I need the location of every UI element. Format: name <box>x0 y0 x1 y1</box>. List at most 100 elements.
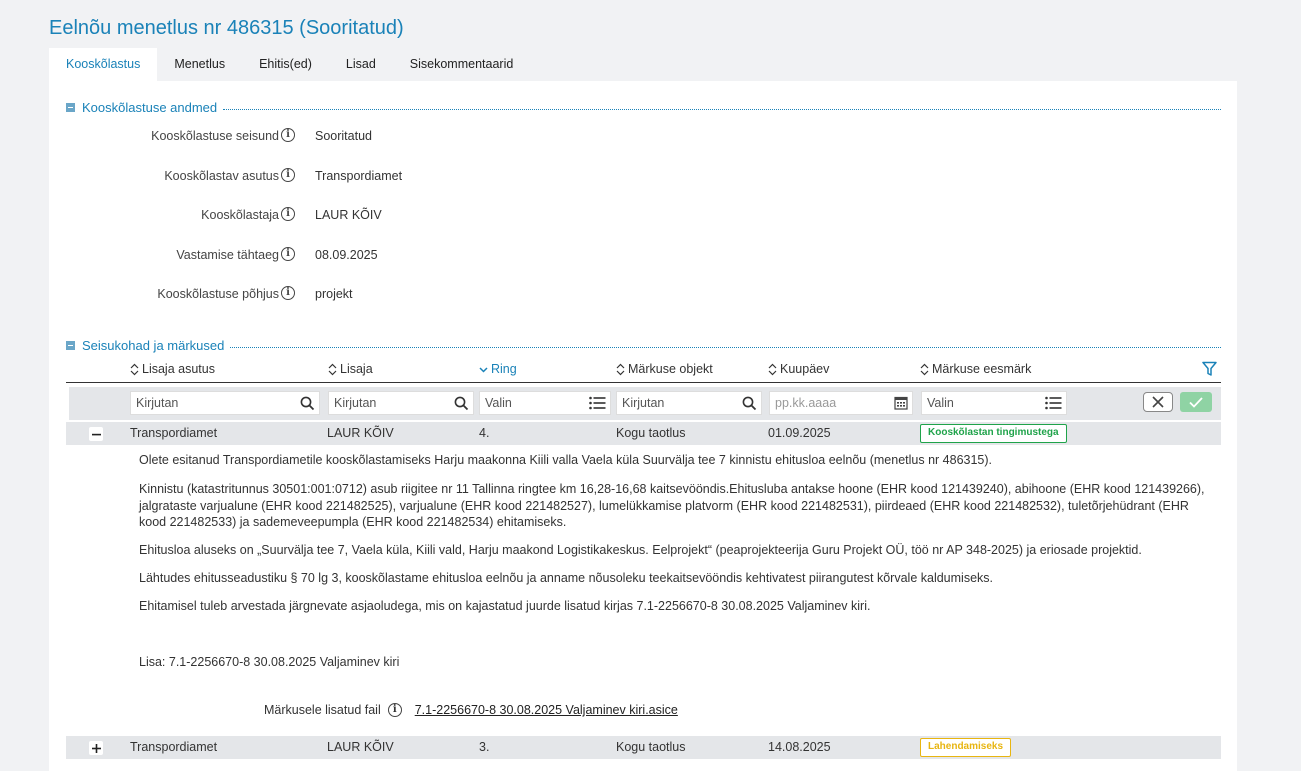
column-label: Märkuse eesmärk <box>932 362 1032 376</box>
section-header-kooskolastuse-andmed[interactable]: Kooskõlastuse andmed <box>66 100 1221 115</box>
field-value: LAUR KÕIV <box>315 208 382 222</box>
cell-objekt: Kogu taotlus <box>616 740 686 754</box>
info-icon[interactable]: i <box>281 168 295 182</box>
field-pohjus: Kooskõlastuse põhjus i projekt <box>49 284 649 304</box>
filter-placeholder: Kirjutan <box>136 396 179 410</box>
section-divider <box>223 108 1221 110</box>
column-label: Kuupäev <box>780 362 830 376</box>
detail-paragraph: Olete esitanud Transpordiametile kooskõl… <box>139 453 993 467</box>
sort-icon <box>616 363 625 375</box>
tab-bar: Kooskõlastus Menetlus Ehitis(ed) Lisad S… <box>49 48 530 81</box>
cell-kuupaev: 14.08.2025 <box>768 740 831 754</box>
page-title: Eelnõu menetlus nr 486315 (Sooritatud) <box>49 17 404 39</box>
cell-lisaja: LAUR KÕIV <box>327 740 394 754</box>
sort-icon <box>768 363 777 375</box>
field-tahtaeg: Vastamise tähtaeg i 08.09.2025 <box>49 245 649 265</box>
column-label: Märkuse objekt <box>628 362 713 376</box>
section-divider <box>230 346 1221 348</box>
detail-paragraph: Ehitusloa aluseks on „Suurvälja tee 7, V… <box>139 543 1142 557</box>
sort-icon <box>130 363 139 375</box>
info-icon[interactable]: i <box>281 247 295 261</box>
table-row[interactable]: Transpordiamet LAUR KÕIV 3. Kogu taotlus… <box>66 736 1221 759</box>
column-label: Ring <box>491 362 517 376</box>
apply-filters-button[interactable] <box>1180 392 1212 412</box>
field-label: Kooskõlastuse seisund <box>151 129 279 143</box>
field-label: Vastamise tähtaeg <box>176 248 279 262</box>
filter-placeholder: Kirjutan <box>622 396 665 410</box>
table-header: Lisaja asutus Lisaja Ring Märkuse objekt… <box>66 359 1221 383</box>
tab-kooskolastus[interactable]: Kooskõlastus <box>49 48 158 81</box>
list-icon <box>589 396 606 410</box>
cell-ring: 3. <box>479 740 490 754</box>
check-icon <box>1189 396 1203 408</box>
main-panel: Kooskõlastuse andmed Kooskõlastuse seisu… <box>49 81 1237 771</box>
section-title: Seisukohad ja märkused <box>82 338 225 353</box>
column-header-lisaja-asutus[interactable]: Lisaja asutus <box>130 362 215 376</box>
field-kooskolastaja: Kooskõlastaja i LAUR KÕIV <box>49 205 649 225</box>
sort-icon <box>920 363 929 375</box>
collapse-row-button[interactable] <box>89 427 103 441</box>
filter-lisaja-input[interactable]: Kirjutan <box>328 391 474 415</box>
list-icon <box>1045 396 1062 410</box>
info-icon[interactable]: i <box>281 207 295 221</box>
expand-row-button[interactable] <box>89 741 103 755</box>
search-icon <box>742 396 757 410</box>
field-value: projekt <box>315 287 353 301</box>
field-asutus: Kooskõlastav asutus i Transpordiamet <box>49 166 649 186</box>
filter-placeholder: pp.kk.aaaa <box>775 396 837 410</box>
info-icon[interactable]: i <box>281 286 295 300</box>
filter-placeholder: Valin <box>485 396 512 410</box>
field-value: Transpordiamet <box>315 169 403 183</box>
attached-file-label: Märkusele lisatud fail <box>264 703 381 717</box>
field-value: Sooritatud <box>315 129 372 143</box>
column-header-lisaja[interactable]: Lisaja <box>328 362 373 376</box>
cell-asutus: Transpordiamet <box>130 426 218 440</box>
cell-ring: 4. <box>479 426 490 440</box>
cell-kuupaev: 01.09.2025 <box>768 426 831 440</box>
info-icon[interactable]: i <box>387 703 402 717</box>
tab-lisad[interactable]: Lisad <box>329 48 393 81</box>
column-header-kuupaev[interactable]: Kuupäev <box>768 362 829 376</box>
plus-icon <box>91 743 101 753</box>
field-seisund: Kooskõlastuse seisund i Sooritatud <box>49 126 649 146</box>
tab-sisekommentaarid[interactable]: Sisekommentaarid <box>393 48 531 81</box>
attached-file-row: Märkusele lisatud fail i 7.1-2256670-8 3… <box>264 702 678 718</box>
table-row[interactable]: Transpordiamet LAUR KÕIV 4. Kogu taotlus… <box>66 422 1221 445</box>
filter-kuupaev-input[interactable]: pp.kk.aaaa <box>769 391 913 415</box>
filter-eesmark-select[interactable]: Valin <box>921 391 1067 415</box>
cell-asutus: Transpordiamet <box>130 740 218 754</box>
section-title: Kooskõlastuse andmed <box>82 100 218 115</box>
search-icon <box>454 396 469 410</box>
column-header-markuse-objekt[interactable]: Märkuse objekt <box>616 362 713 376</box>
status-badge: Kooskõlastan tingimustega <box>920 424 1067 443</box>
sort-icon <box>328 363 337 375</box>
info-icon[interactable]: i <box>281 128 295 142</box>
collapse-icon[interactable] <box>66 103 75 112</box>
filter-icon[interactable] <box>1202 361 1217 377</box>
cell-lisaja: LAUR KÕIV <box>327 426 394 440</box>
minus-icon <box>91 433 101 435</box>
close-icon <box>1152 396 1164 408</box>
detail-paragraph: Lähtudes ehitusseadustiku § 70 lg 3, koo… <box>139 571 993 585</box>
filter-placeholder: Kirjutan <box>334 396 377 410</box>
filter-objekt-input[interactable]: Kirjutan <box>616 391 762 415</box>
filter-placeholder: Valin <box>927 396 954 410</box>
field-label: Kooskõlastaja <box>201 208 279 222</box>
tab-menetlus[interactable]: Menetlus <box>157 48 242 81</box>
calendar-icon[interactable] <box>894 396 908 410</box>
column-header-ring[interactable]: Ring <box>479 362 517 376</box>
search-icon <box>300 396 315 410</box>
attached-file-link[interactable]: 7.1-2256670-8 30.08.2025 Valjaminev kiri… <box>415 702 678 718</box>
column-header-markuse-eesmark[interactable]: Märkuse eesmärk <box>920 362 1031 376</box>
collapse-icon[interactable] <box>66 341 75 350</box>
column-label: Lisaja <box>340 362 373 376</box>
clear-filters-button[interactable] <box>1143 392 1173 412</box>
field-value: 08.09.2025 <box>315 248 378 262</box>
filter-row: Kirjutan Kirjutan Valin Kirjutan pp.kk.a… <box>69 387 1221 420</box>
filter-lisaja-asutus-input[interactable]: Kirjutan <box>130 391 320 415</box>
section-header-seisukohad[interactable]: Seisukohad ja märkused <box>66 338 1221 353</box>
filter-ring-select[interactable]: Valin <box>479 391 611 415</box>
tab-ehitised[interactable]: Ehitis(ed) <box>242 48 329 81</box>
column-label: Lisaja asutus <box>142 362 215 376</box>
sort-desc-icon <box>479 366 488 373</box>
